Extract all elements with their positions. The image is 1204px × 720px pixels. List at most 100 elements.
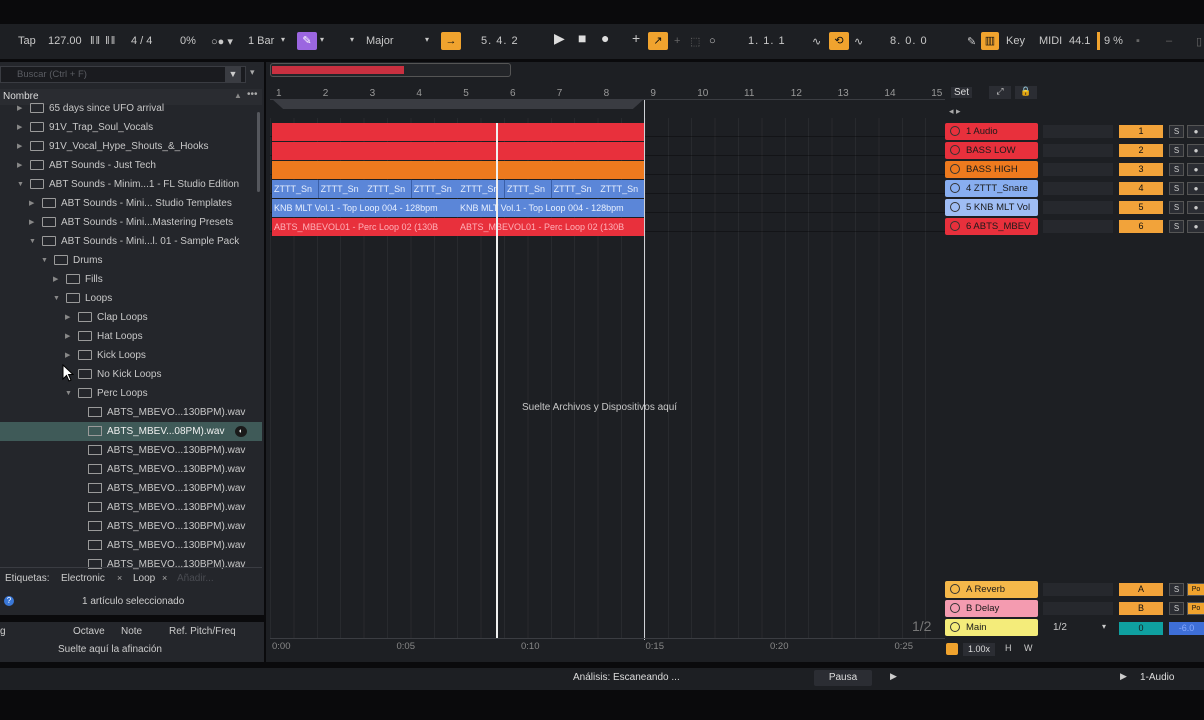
- track-number[interactable]: 6: [1119, 220, 1163, 233]
- browser-folder-item[interactable]: No Kick Loops: [0, 365, 262, 384]
- play-small-icon[interactable]: ▶: [890, 671, 897, 682]
- track-activator-icon[interactable]: [950, 603, 960, 614]
- output-dropdown-icon[interactable]: ▾: [1102, 622, 1106, 631]
- solo-button[interactable]: S: [1169, 201, 1184, 214]
- hw-h-button[interactable]: H: [1005, 643, 1012, 653]
- tuning-drop-zone[interactable]: Suelte aquí la afinación: [58, 644, 162, 655]
- browser-file-item[interactable]: ABTS_MBEVO...130BPM).wav: [0, 498, 262, 517]
- post-button[interactable]: Po: [1187, 583, 1204, 596]
- clip-bass-low[interactable]: [272, 142, 645, 160]
- track-input-slot[interactable]: [1043, 201, 1113, 214]
- track-activator-icon[interactable]: [950, 145, 960, 156]
- browser-folder-item[interactable]: ▼ Drums: [0, 251, 262, 270]
- hw-w-button[interactable]: W: [1024, 643, 1033, 653]
- track-input-slot[interactable]: [1043, 163, 1113, 176]
- arm-button[interactable]: ●: [1187, 163, 1204, 176]
- clip-perc-loop[interactable]: ABTS_MBEVOL01 - Perc Loop 02 (130B: [458, 218, 645, 236]
- track-header[interactable]: A Reverb: [945, 581, 1038, 598]
- loop-toggle-icon[interactable]: ⟲: [829, 32, 849, 50]
- track-activator-icon[interactable]: [950, 202, 960, 213]
- browser-folder-item[interactable]: ▼ ABT Sounds - Minim...1 - FL Studio Edit…: [0, 175, 262, 194]
- clip-snare[interactable]: ZTTT_Sn: [458, 180, 506, 198]
- clip-snare[interactable]: ZTTT_Sn: [318, 180, 366, 198]
- punch-in-icon[interactable]: ∿: [812, 35, 821, 48]
- follow-button[interactable]: →: [441, 32, 461, 50]
- track-header[interactable]: 1 Audio: [945, 123, 1038, 140]
- tag-remove-icon[interactable]: ×: [117, 573, 122, 583]
- scale-select[interactable]: Major: [366, 35, 394, 47]
- track-activator-icon[interactable]: [950, 183, 960, 194]
- preview-icon[interactable]: ◐: [235, 426, 247, 437]
- overdub-icon[interactable]: +: [674, 35, 680, 47]
- browser-folder-item[interactable]: ▶ Fills: [0, 270, 262, 289]
- expanded-arrow-icon[interactable]: ▼: [17, 175, 24, 194]
- browser-folder-item[interactable]: ▶ 91V_Trap_Soul_Vocals: [0, 118, 262, 137]
- quantize-dropdown-icon[interactable]: ▾: [281, 35, 285, 44]
- keyboard-icon[interactable]: ▥: [981, 32, 999, 50]
- play-icon[interactable]: ▶: [554, 30, 565, 47]
- expanded-arrow-icon[interactable]: ▼: [29, 232, 36, 251]
- track-header[interactable]: BASS HIGH: [945, 161, 1038, 178]
- collapsed-arrow-icon[interactable]: ▶: [17, 156, 22, 175]
- metronome-icon[interactable]: ○● ▾: [211, 35, 233, 48]
- window-icon[interactable]: ▯: [1196, 35, 1202, 48]
- solo-button[interactable]: S: [1169, 220, 1184, 233]
- browser-folder-item[interactable]: ▶ 65 days since UFO arrival: [0, 99, 262, 118]
- tag-remove-icon[interactable]: ×: [162, 573, 167, 583]
- browser-file-item[interactable]: ABTS_MBEVO...130BPM).wav: [0, 403, 262, 422]
- track-play-icon[interactable]: ▶: [1120, 671, 1127, 682]
- browser-folder-item[interactable]: ▼ Loops: [0, 289, 262, 308]
- tempo-field[interactable]: 127.00: [48, 35, 82, 47]
- clip-snare[interactable]: ZTTT_Sn: [505, 180, 552, 198]
- clip-snare[interactable]: ZTTT_Sn: [551, 180, 599, 198]
- arm-button[interactable]: ●: [1187, 125, 1204, 138]
- track-header[interactable]: B Delay: [945, 600, 1038, 617]
- browser-file-item[interactable]: ABTS_MBEVO...130BPM).wav: [0, 536, 262, 555]
- track-number[interactable]: 3: [1119, 163, 1163, 176]
- solo-button[interactable]: S: [1169, 182, 1184, 195]
- browser-folder-item[interactable]: ▶ 91V_Vocal_Hype_Shouts_&_Hooks: [0, 137, 262, 156]
- main-output-select[interactable]: 1/2: [1053, 622, 1067, 633]
- clip-audio-1[interactable]: [272, 123, 645, 141]
- track-activator-icon[interactable]: [950, 221, 960, 232]
- collapsed-arrow-icon[interactable]: ▶: [53, 270, 58, 289]
- loop-start-field[interactable]: 1. 1. 1: [748, 35, 786, 47]
- browser-file-item[interactable]: ABTS_MBEVO...130BPM).wav: [0, 479, 262, 498]
- loop-length-field[interactable]: 8. 0. 0: [890, 35, 928, 47]
- session-record-icon[interactable]: ○: [709, 35, 716, 47]
- track-number[interactable]: B: [1119, 602, 1163, 615]
- master-volume[interactable]: -6.0: [1169, 622, 1204, 635]
- arm-button[interactable]: ●: [1187, 201, 1204, 214]
- expanded-arrow-icon[interactable]: ▼: [41, 251, 48, 270]
- solo-button[interactable]: S: [1169, 125, 1184, 138]
- clip-perc-loop[interactable]: ABTS_MBEVOL01 - Perc Loop 02 (130B: [272, 218, 459, 236]
- collapsed-arrow-icon[interactable]: ▶: [17, 99, 22, 118]
- browser-folder-item[interactable]: ▶ ABT Sounds - Just Tech: [0, 156, 262, 175]
- capture-icon[interactable]: ⬚: [690, 35, 700, 48]
- track-activator-icon[interactable]: [950, 622, 960, 633]
- clip-snare[interactable]: ZTTT_Sn: [598, 180, 646, 198]
- clip-snare[interactable]: ZTTT_Sn: [365, 180, 413, 198]
- automation-arm-icon[interactable]: ↗: [648, 32, 668, 50]
- root-dropdown-icon[interactable]: ▾: [320, 35, 324, 44]
- track-input-slot[interactable]: [1043, 182, 1113, 195]
- main-track-header[interactable]: Main: [945, 619, 1038, 636]
- tag-loop[interactable]: Loop: [133, 573, 155, 584]
- quantize-select[interactable]: 1 Bar: [248, 35, 274, 47]
- nav-arrows-icon[interactable]: ◂ ▸: [949, 106, 961, 117]
- browser-folder-item[interactable]: ▶ Hat Loops: [0, 327, 262, 346]
- scale-dropdown-icon[interactable]: ▾: [425, 35, 429, 44]
- clip-top-loop[interactable]: KNB MLT Vol.1 - Top Loop 004 - 128bpm: [458, 199, 645, 217]
- arm-button[interactable]: ●: [1187, 182, 1204, 195]
- post-button[interactable]: Po: [1187, 602, 1204, 615]
- time-ruler[interactable]: [270, 638, 945, 658]
- tag-electronic[interactable]: Electronic: [61, 573, 105, 584]
- clip-bass-high[interactable]: [272, 161, 645, 179]
- track-input-slot[interactable]: [1043, 583, 1113, 596]
- root-select-icon[interactable]: ▾: [350, 35, 354, 44]
- expanded-arrow-icon[interactable]: ▼: [53, 289, 60, 308]
- track-number[interactable]: 2: [1119, 144, 1163, 157]
- browser-folder-item[interactable]: ▼ ABT Sounds - Mini...l. 01 - Sample Pack: [0, 232, 262, 251]
- solo-button[interactable]: S: [1169, 583, 1184, 596]
- set-button[interactable]: Set: [951, 87, 973, 98]
